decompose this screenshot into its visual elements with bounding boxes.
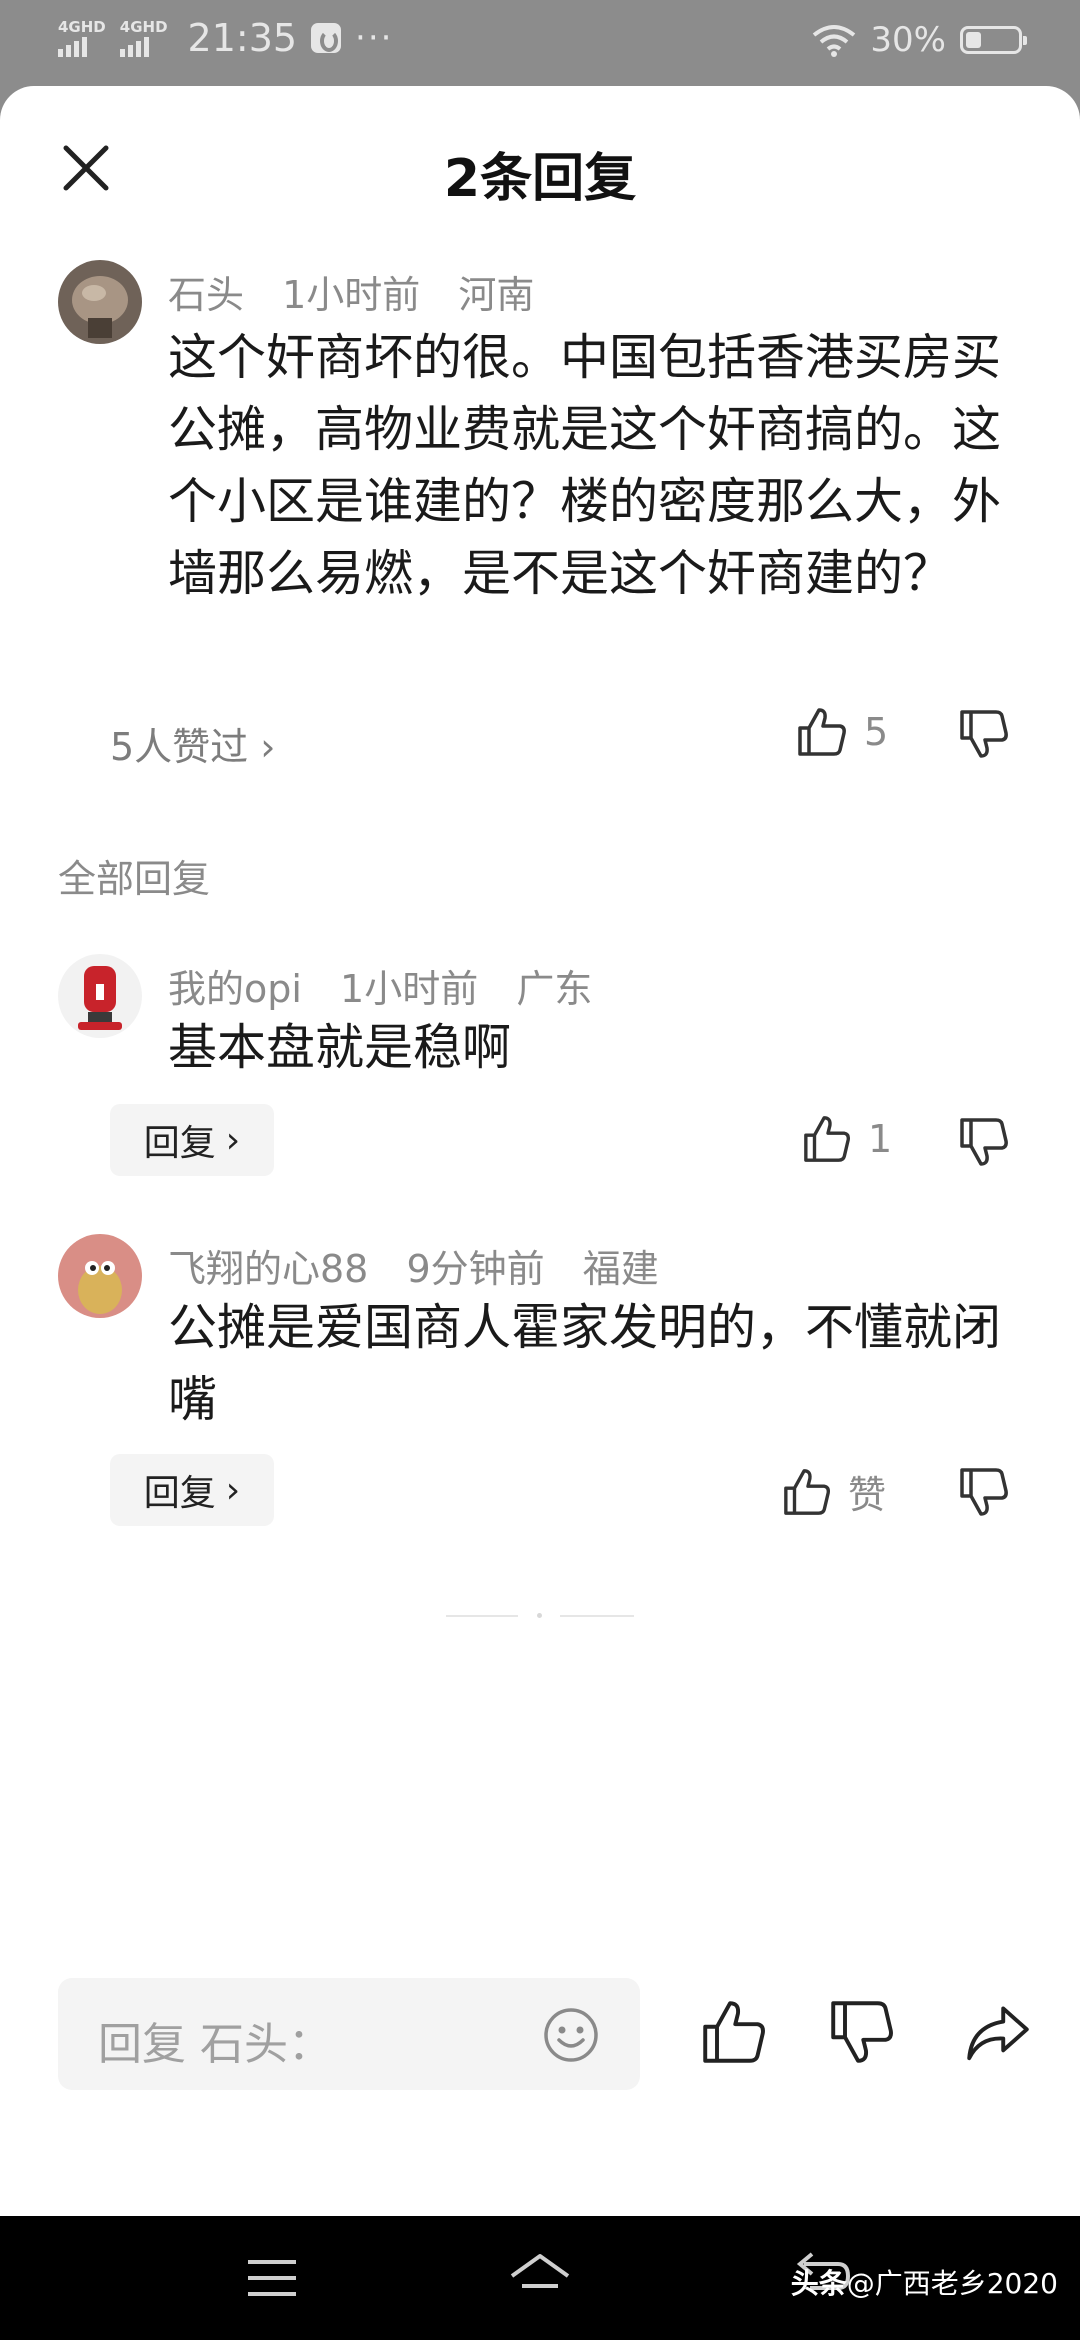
signal-indicator-1: 4GHD <box>58 19 106 57</box>
reply-input[interactable]: 回复 石头： <box>58 1978 640 2090</box>
system-navigation-bar: 头条@广西老乡2020 <box>0 2216 1080 2340</box>
thumbs-up-icon <box>804 1116 850 1162</box>
likes-link-label: 5人赞过 <box>110 725 249 769</box>
thumbs-down-icon[interactable] <box>958 708 1010 760</box>
tiktok-notification-icon <box>311 23 342 53</box>
username[interactable]: 我的opi <box>168 967 302 1011</box>
wifi-icon <box>813 25 856 57</box>
smiley-icon[interactable] <box>542 2006 600 2064</box>
reply-label: 回复 <box>143 1473 216 1514</box>
more-notifications-icon: ··· <box>355 18 394 58</box>
like-label: 赞 <box>848 1473 887 1517</box>
sheet-title: 2条回复 <box>443 149 637 209</box>
reply-item: 我的opi 1小时前 广东 基本盘就是稳啊 <box>58 954 1024 1114</box>
thumbs-down-icon[interactable] <box>828 1998 896 2066</box>
username[interactable]: 石头 <box>168 273 244 317</box>
section-label: 全部回复 <box>58 857 211 901</box>
end-of-list-divider <box>446 1613 634 1619</box>
avatar[interactable] <box>58 260 142 344</box>
like-button[interactable]: 1 <box>802 1114 892 1164</box>
reply-item: 飞翔的心88 9分钟前 福建 公摊是爱国商人霍家发明的，不懂就闭嘴 <box>58 1234 1024 1454</box>
timestamp: 1小时前 <box>340 967 479 1011</box>
reply-button[interactable]: 回复 › <box>110 1104 274 1176</box>
location: 广东 <box>516 967 593 1011</box>
timestamp: 1小时前 <box>282 273 421 317</box>
network-type-label: 4GHD <box>58 18 106 36</box>
status-time: 21:35 <box>187 16 298 60</box>
location: 河南 <box>458 273 535 317</box>
menu-icon[interactable] <box>240 2250 304 2306</box>
main-comment: 石头 1小时前 河南 这个奸商坏的很。中国包括香港买房买公摊，高物业费就是这个奸… <box>58 260 1024 602</box>
battery-icon <box>960 26 1027 54</box>
chevron-right-icon: › <box>260 725 276 769</box>
stone-avatar-image <box>58 260 142 344</box>
timestamp: 9分钟前 <box>406 1247 545 1291</box>
cartoon-avatar-image <box>58 1234 142 1318</box>
reply-button[interactable]: 回复 › <box>110 1454 274 1526</box>
replies-sheet: 2条回复 石头 1小时前 河南 这个奸商坏的很。中国包括香港买房买公摊，高物业费… <box>0 86 1080 2216</box>
like-count: 1 <box>868 1117 893 1161</box>
share-arrow-icon[interactable] <box>964 1998 1032 2066</box>
network-type-label: 4GHD <box>119 18 168 36</box>
comment-meta: 石头 1小时前 河南 <box>168 264 560 319</box>
thumbs-up-icon <box>798 708 846 756</box>
like-button[interactable]: 5 <box>796 706 888 758</box>
chevron-right-icon: › <box>225 1469 241 1511</box>
thumbs-up-icon <box>784 1468 830 1515</box>
comment-meta: 我的opi 1小时前 广东 <box>168 958 618 1013</box>
like-count: 5 <box>864 710 889 754</box>
chevron-right-icon: › <box>225 1119 241 1161</box>
location: 福建 <box>582 1247 659 1291</box>
status-bar: 4GHD 4GHD 21:35 ··· 30% <box>0 0 1080 86</box>
status-left: 4GHD 4GHD 21:35 ··· <box>58 16 393 60</box>
battery-percent: 30% <box>870 20 946 60</box>
watermark-brand: 头条 <box>790 2267 847 2300</box>
avatar[interactable] <box>58 1234 142 1318</box>
avatar[interactable] <box>58 954 142 1038</box>
signal-bars-icon <box>119 35 149 57</box>
reply-input-placeholder: 回复 石头： <box>98 2019 332 2070</box>
signal-bars-icon <box>58 35 87 57</box>
thumbs-up-icon[interactable] <box>700 1998 768 2066</box>
coffee-machine-avatar-image <box>58 954 142 1038</box>
watermark-handle: @广西老乡2020 <box>846 2267 1058 2300</box>
thumbs-down-icon[interactable] <box>958 1116 1010 1168</box>
watermark: 头条@广西老乡2020 <box>791 2262 1058 2302</box>
battery-level-fill <box>966 32 981 48</box>
likes-list-link[interactable]: 5人赞过 › <box>110 716 275 771</box>
status-right: 30% <box>812 20 1027 60</box>
home-icon[interactable] <box>508 2250 572 2306</box>
like-button[interactable]: 赞 <box>782 1464 886 1519</box>
thumbs-down-icon[interactable] <box>958 1466 1010 1518</box>
username[interactable]: 飞翔的心88 <box>168 1247 368 1291</box>
signal-indicator-2: 4GHD <box>119 18 168 57</box>
comment-text: 这个奸商坏的很。中国包括香港买房买公摊，高物业费就是这个奸商搞的。这个小区是谁建… <box>168 329 1002 602</box>
comment-text: 公摊是爱国商人霍家发明的，不懂就闭嘴 <box>168 1299 1002 1428</box>
reply-label: 回复 <box>143 1123 216 1164</box>
comment-meta: 飞翔的心88 9分钟前 福建 <box>168 1238 685 1293</box>
comment-text: 基本盘就是稳啊 <box>168 1019 512 1076</box>
